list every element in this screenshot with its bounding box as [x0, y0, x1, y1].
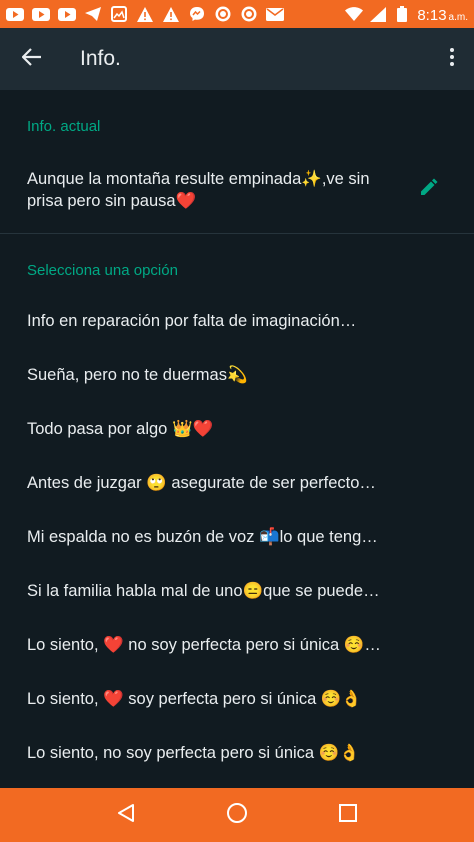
mail-icon [266, 6, 284, 22]
nav-recents-button[interactable] [328, 795, 368, 835]
triangle-back-icon [116, 803, 136, 827]
section-divider [0, 233, 474, 234]
warning-icon [136, 6, 154, 22]
youtube-icon [32, 6, 50, 22]
nav-back-button[interactable] [106, 795, 146, 835]
status-option[interactable]: Lo siento, no soy perfecta pero si única… [27, 733, 447, 773]
more-vert-icon [450, 48, 454, 70]
page-title: Info. [80, 47, 121, 70]
status-option[interactable]: Mi espalda no es buzón de voz 📬lo que te… [27, 517, 447, 557]
arrow-back-icon [21, 48, 42, 70]
chrome-icon [240, 6, 258, 22]
system-nav-bar [0, 788, 474, 842]
square-recents-icon [339, 804, 358, 826]
clock-ampm: a.m. [448, 11, 468, 23]
chrome-icon [214, 6, 232, 22]
circle-home-icon [226, 802, 248, 828]
status-option[interactable]: Sueña, pero no te duermas💫 [27, 355, 447, 395]
status-option[interactable]: Si la familia habla mal de uno😑que se pu… [27, 571, 447, 611]
clock: 8:13 a.m. [417, 5, 468, 24]
options-section-label: Selecciona una opción [27, 262, 178, 279]
gallery-icon [110, 6, 128, 22]
status-option[interactable]: Todo pasa por algo 👑❤️ [27, 409, 447, 449]
status-bar: 8:13 a.m. [0, 0, 474, 28]
youtube-icon [58, 6, 76, 22]
current-section-label: Info. actual [27, 118, 101, 135]
status-right: 8:13 a.m. [345, 5, 468, 24]
status-option[interactable]: Info en reparación por falta de imaginac… [27, 301, 447, 341]
back-button[interactable] [0, 28, 64, 90]
youtube-icon [6, 6, 24, 22]
app-toolbar: Info. [0, 28, 474, 90]
warning-icon [162, 6, 180, 22]
edit-button[interactable] [416, 176, 442, 202]
battery-icon [393, 6, 411, 22]
nav-home-button[interactable] [217, 795, 257, 835]
more-options-button[interactable] [430, 28, 474, 90]
about-content: Info. actual Aunque la montaña resulte e… [0, 90, 474, 788]
status-option[interactable]: Lo siento, ❤️ no soy perfecta pero si ún… [27, 625, 447, 665]
status-option[interactable]: Lo siento, ❤️ soy perfecta pero si única… [27, 679, 447, 719]
wifi-icon [345, 6, 364, 22]
pencil-icon [419, 177, 439, 201]
messenger-icon [188, 6, 206, 22]
signal-icon [369, 6, 387, 22]
current-about-text[interactable]: Aunque la montaña resulte empinada✨,ve s… [27, 168, 407, 212]
telegram-icon [84, 6, 102, 22]
status-option[interactable]: Antes de juzgar 🙄 asegurate de ser perfe… [27, 463, 447, 503]
clock-time: 8:13 [417, 6, 447, 24]
notification-icons [6, 6, 284, 22]
